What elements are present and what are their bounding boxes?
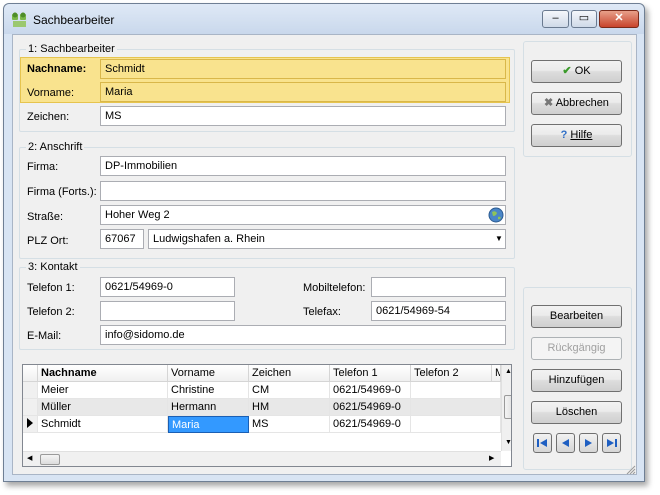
table-cell[interactable]: Hermann <box>168 399 249 416</box>
zeichen-label: Zeichen: <box>27 111 70 123</box>
table-cell[interactable]: Müller <box>38 399 168 416</box>
globe-icon[interactable] <box>488 207 504 223</box>
records-grid[interactable]: Nachname Vorname Zeichen Telefon 1 Telef… <box>22 364 512 467</box>
nachname-field[interactable]: Schmidt <box>100 59 506 79</box>
last-record-icon <box>607 439 617 447</box>
vertical-scroll-thumb[interactable] <box>504 395 511 419</box>
mobiltelefon-field[interactable] <box>371 277 506 297</box>
dialog-client: 1: Sachbearbeiter Nachname: Schmidt Vorn… <box>12 34 637 475</box>
help-button[interactable]: ? Hilfe <box>531 124 622 147</box>
telefon1-field[interactable]: 0621/54969-0 <box>100 277 235 297</box>
row-header-current[interactable] <box>23 416 38 433</box>
strasse-label: Straße: <box>27 211 64 223</box>
window-title: Sachbearbeiter <box>33 13 115 27</box>
table-cell[interactable]: CM <box>249 382 330 399</box>
email-field[interactable]: info@sidomo.de <box>100 325 506 345</box>
help-button-label: Hilfe <box>570 129 593 141</box>
table-cell[interactable] <box>411 399 501 416</box>
nav-prev-button[interactable] <box>556 433 575 453</box>
strasse-field[interactable]: Hoher Weg 2 <box>100 205 506 225</box>
maximize-button[interactable]: ▭ <box>571 10 597 28</box>
horizontal-scrollbar[interactable]: ◀ ▶ <box>23 451 501 466</box>
ort-select[interactable]: Ludwigshafen a. Rhein <box>148 229 506 249</box>
column-header[interactable]: Nachname <box>38 365 168 382</box>
resize-grip-icon[interactable] <box>624 463 636 475</box>
delete-button[interactable]: Löschen <box>531 401 622 424</box>
telefon1-label: Telefon 1: <box>27 282 75 294</box>
title-bar[interactable]: Sachbearbeiter ‒ ▭ ✕ <box>4 4 644 34</box>
telefax-field[interactable]: 0621/54969-54 <box>371 301 506 321</box>
scroll-up-icon[interactable]: ▲ <box>505 368 511 375</box>
row-header[interactable] <box>23 382 38 399</box>
scroll-left-icon[interactable]: ◀ <box>27 454 32 462</box>
table-cell[interactable]: Meier <box>38 382 168 399</box>
group-title-kontakt: 3: Kontakt <box>26 261 80 273</box>
current-row-indicator-icon <box>27 418 33 428</box>
table-cell-selected[interactable]: Maria <box>168 416 249 433</box>
scroll-right-icon[interactable]: ▶ <box>489 454 494 462</box>
table-cell[interactable]: HM <box>249 399 330 416</box>
ok-button[interactable]: ✔ OK <box>531 60 622 83</box>
table-cell[interactable] <box>411 416 501 433</box>
question-mark-icon: ? <box>560 129 568 141</box>
minimize-button[interactable]: ‒ <box>542 10 569 28</box>
checkmark-icon: ✔ <box>562 65 572 77</box>
nav-first-button[interactable] <box>533 433 552 453</box>
telefon2-field[interactable] <box>100 301 235 321</box>
add-button[interactable]: Hinzufügen <box>531 369 622 392</box>
group-title-anschrift: 2: Anschrift <box>26 141 85 153</box>
vorname-label: Vorname: <box>27 87 75 99</box>
column-header[interactable]: Telefon 1 <box>330 365 411 382</box>
plz-field[interactable]: 67067 <box>100 229 144 249</box>
close-button[interactable]: ✕ <box>599 10 639 28</box>
row-header[interactable] <box>23 399 38 416</box>
cancel-x-icon: ✖ <box>544 97 554 109</box>
mobiltelefon-label: Mobiltelefon: <box>303 282 366 294</box>
ort-value: Ludwigshafen a. Rhein <box>153 233 265 245</box>
telefon2-label: Telefon 2: <box>27 306 75 318</box>
previous-record-icon <box>562 439 569 447</box>
ok-button-label: OK <box>574 65 591 77</box>
table-cell[interactable]: Christine <box>168 382 249 399</box>
vertical-scrollbar[interactable]: ▲ ▼ <box>501 365 511 451</box>
firma-label: Firma: <box>27 161 59 173</box>
app-icon <box>12 12 26 27</box>
horizontal-scroll-thumb[interactable] <box>40 454 60 465</box>
table-cell[interactable]: Schmidt <box>38 416 168 433</box>
vorname-field[interactable]: Maria <box>100 82 506 102</box>
first-record-icon <box>537 439 547 447</box>
table-cell[interactable]: 0621/54969-0 <box>330 416 411 433</box>
table-cell[interactable] <box>411 382 501 399</box>
firma-field[interactable]: DP-Immobilien <box>100 156 506 176</box>
nachname-label: Nachname: <box>27 63 87 75</box>
cancel-button[interactable]: ✖ Abbrechen <box>531 92 622 115</box>
column-header[interactable]: M <box>492 365 501 382</box>
row-header-corner <box>23 365 38 382</box>
group-title-sachbearbeiter: 1: Sachbearbeiter <box>26 43 117 55</box>
undo-button[interactable]: Rückgängig <box>531 337 622 360</box>
dialog-window: Sachbearbeiter ‒ ▭ ✕ 1: Sachbearbeiter N… <box>3 3 645 482</box>
column-header[interactable]: Vorname <box>168 365 249 382</box>
telefax-label: Telefax: <box>303 306 341 318</box>
table-cell[interactable]: 0621/54969-0 <box>330 399 411 416</box>
email-label: E-Mail: <box>27 330 62 342</box>
table-cell[interactable]: 0621/54969-0 <box>330 382 411 399</box>
scroll-down-icon[interactable]: ▼ <box>505 439 511 446</box>
next-record-icon <box>585 439 592 447</box>
nav-last-button[interactable] <box>602 433 621 453</box>
zeichen-field[interactable]: MS <box>100 106 506 126</box>
edit-button[interactable]: Bearbeiten <box>531 305 622 328</box>
column-header[interactable]: Zeichen <box>249 365 330 382</box>
firma-forts-field[interactable] <box>100 181 506 201</box>
table-cell[interactable]: MS <box>249 416 330 433</box>
nav-next-button[interactable] <box>579 433 598 453</box>
firma-forts-label: Firma (Forts.): <box>27 186 97 198</box>
plzort-label: PLZ Ort: <box>27 235 69 247</box>
column-header[interactable]: Telefon 2 <box>411 365 492 382</box>
cancel-button-label: Abbrechen <box>555 97 609 109</box>
chevron-down-icon[interactable]: ▼ <box>495 234 503 243</box>
